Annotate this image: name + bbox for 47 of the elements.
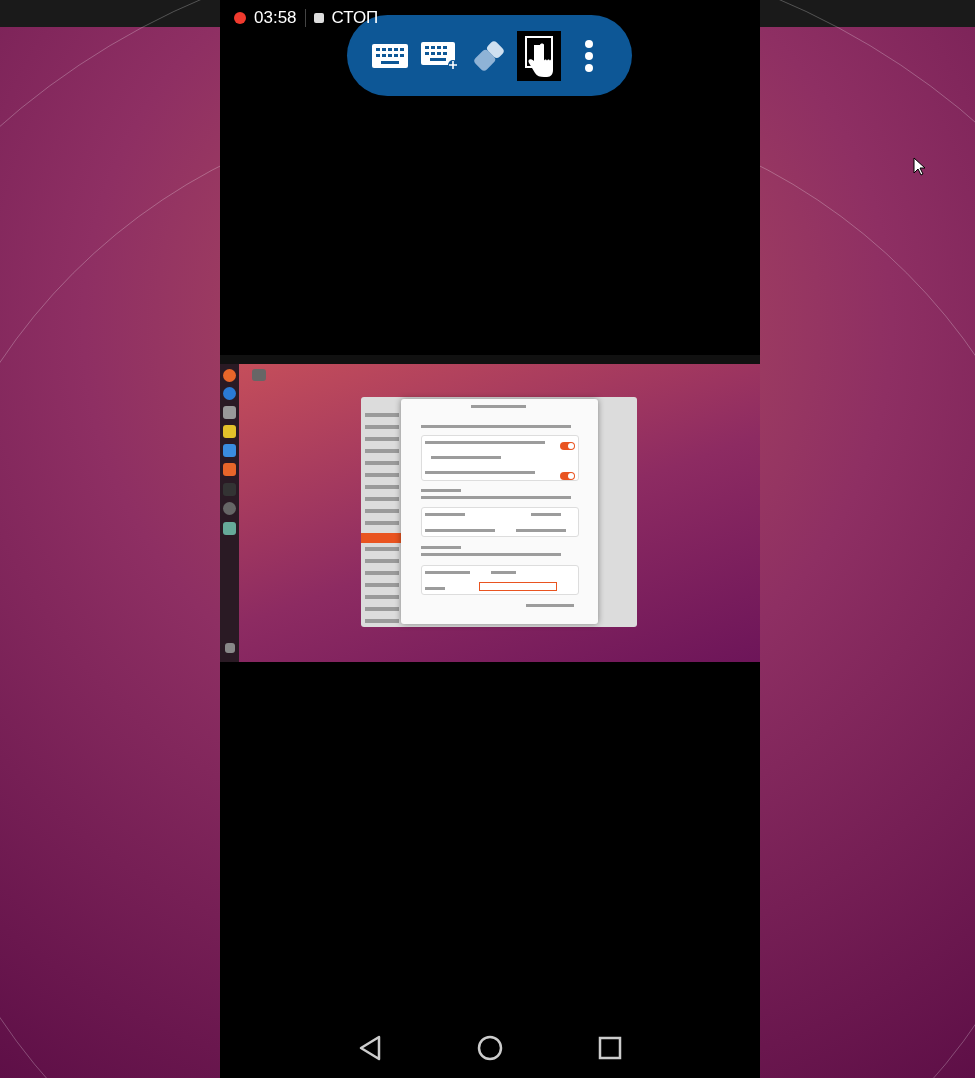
terminal-app-icon	[223, 483, 236, 496]
sidebar-row	[365, 425, 399, 429]
mouse-pointer-icon	[913, 157, 926, 176]
sidebar-row	[365, 473, 399, 477]
illegible-text-line	[425, 571, 470, 574]
illegible-text-line	[425, 513, 465, 516]
selected-sidebar-row	[361, 533, 401, 543]
illegible-text-line	[531, 513, 561, 516]
illegible-text-line	[526, 604, 574, 607]
app-grid-icon	[225, 643, 235, 653]
password-field[interactable]	[479, 582, 557, 591]
document-app-icon	[223, 444, 236, 457]
illegible-text-line	[471, 405, 526, 408]
sidebar-row	[365, 607, 399, 611]
sidebar-row	[365, 461, 399, 465]
sidebar-row	[365, 583, 399, 587]
touch-hand-button[interactable]	[517, 30, 562, 81]
sidebar-row	[365, 547, 399, 551]
keyboard-icon	[370, 42, 409, 69]
illegible-text-line	[421, 546, 461, 549]
illegible-text-line	[425, 529, 495, 532]
sidebar-row	[365, 521, 399, 525]
home-folder-icon	[252, 369, 266, 381]
keyboard-plus-icon	[419, 40, 460, 71]
sidebar-row	[365, 595, 399, 599]
illegible-text-line	[516, 529, 566, 532]
sidebar-row	[365, 509, 399, 513]
sidebar-row	[365, 437, 399, 441]
sidebar-row	[365, 497, 399, 501]
toggle-switch[interactable]	[560, 442, 575, 450]
illegible-text-line	[431, 456, 501, 459]
files-app-icon	[223, 406, 236, 419]
music-app-icon	[223, 425, 236, 438]
sidebar-row	[365, 413, 399, 417]
recording-time: 03:58	[254, 7, 297, 30]
sidebar-row	[365, 485, 399, 489]
toggle-switch[interactable]	[560, 472, 575, 480]
illegible-text-line	[425, 587, 445, 590]
sidebar-row	[365, 619, 399, 623]
illegible-text-line	[421, 489, 461, 492]
trash-app-icon	[223, 522, 236, 535]
sidebar-row	[365, 449, 399, 453]
sidebar-row	[365, 559, 399, 563]
illegible-text-line	[491, 571, 516, 574]
more-options-icon	[584, 38, 595, 73]
store-app-icon	[223, 463, 236, 476]
sidebar-row	[365, 571, 399, 575]
